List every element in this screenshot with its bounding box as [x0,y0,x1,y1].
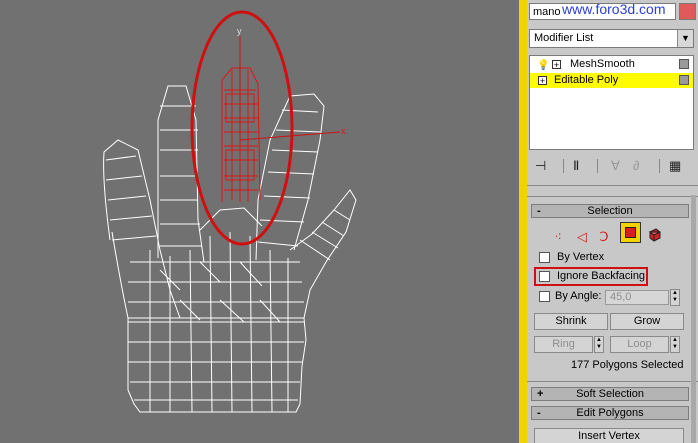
selection-count: 177 Polygons Selected [571,359,684,371]
divider [527,381,698,382]
by-angle-checkbox[interactable] [539,291,550,302]
rollout-title: Edit Polygons [576,407,644,419]
by-angle-label: By Angle: [555,290,602,302]
border-mode-icon[interactable]: Ↄ [595,228,613,246]
modifier-stack[interactable]: 💡 + MeshSmooth + Editable Poly [529,55,694,150]
shrink-button[interactable]: Shrink [534,313,608,330]
stack-item-label: MeshSmooth [570,58,635,70]
polygon-mode-button[interactable] [620,222,641,243]
configure-sets-icon[interactable]: ▦ [669,158,681,174]
divider [527,185,698,186]
collapse-sign: - [537,407,541,419]
watermark-text: www.foro3d.com [562,1,666,17]
expand-icon[interactable]: + [552,60,561,70]
expand-icon[interactable]: + [538,76,547,86]
viewport-separator [519,0,527,443]
rollout-title: Selection [587,205,633,217]
toolbar-divider [563,159,564,173]
polygon-mode-icon [625,227,636,238]
loop-button[interactable]: Loop [610,336,669,353]
stack-toolbar: ⊣ Ⅱ ∀ ∂ ▦ [527,155,698,177]
stack-item-meshsmooth[interactable]: 💡 + MeshSmooth [530,57,693,72]
vertex-mode-icon[interactable]: ⁖ [549,228,567,246]
modifier-toggle-icon[interactable] [679,59,689,69]
element-mode-icon[interactable] [647,226,663,242]
loop-spinner[interactable]: ▲ ▼ [670,336,680,353]
remove-modifier-icon[interactable]: ∂ [633,158,639,173]
grow-button[interactable]: Grow [610,313,684,330]
by-vertex-label: By Vertex [557,251,605,263]
show-end-result-icon[interactable]: Ⅱ [573,158,579,174]
ring-spinner[interactable]: ▲ ▼ [594,336,604,353]
edge-mode-icon[interactable]: ◁ [573,228,591,246]
hand-wireframe: x y [103,10,357,413]
make-unique-icon[interactable]: ∀ [611,158,620,174]
pin-stack-icon[interactable]: ⊣ [535,158,546,174]
divider [527,196,698,197]
modifier-toggle-icon[interactable] [679,75,689,85]
object-color-swatch[interactable] [679,3,696,20]
edit-polygons-rollout-header[interactable]: - Edit Polygons [531,406,689,420]
angle-spinner[interactable]: ▲ ▼ [670,289,680,306]
chevron-down-icon[interactable]: ▼ [677,30,693,47]
stack-item-editable-poly[interactable]: + Editable Poly [530,73,693,88]
axis-x-label: x [341,126,346,136]
lightbulb-icon[interactable]: 💡 [537,58,549,73]
insert-vertex-button[interactable]: Insert Vertex [534,428,684,443]
collapse-sign: - [537,205,541,217]
annotation-box [534,267,648,286]
angle-field[interactable]: 45,0 [605,290,669,305]
axis-y-label: y [237,26,242,36]
modifier-list-dropdown[interactable]: Modifier List ▼ [529,29,694,48]
expand-sign: + [537,388,544,400]
viewport[interactable]: x y [0,0,519,443]
soft-selection-rollout-header[interactable]: + Soft Selection [531,387,689,401]
rollout-title: Soft Selection [576,388,644,400]
annotation-ellipse [190,10,294,246]
modifier-list-label: Modifier List [534,32,594,44]
toolbar-divider [659,159,660,173]
command-panel: mano www.foro3d.com Modifier List ▼ 💡 + … [527,0,698,443]
panel-scrollbar[interactable] [691,195,696,443]
ring-button[interactable]: Ring [534,336,593,353]
toolbar-divider [597,159,598,173]
selection-rollout-header[interactable]: - Selection [531,204,689,218]
by-vertex-checkbox[interactable] [539,252,550,263]
stack-item-label: Editable Poly [554,74,619,86]
